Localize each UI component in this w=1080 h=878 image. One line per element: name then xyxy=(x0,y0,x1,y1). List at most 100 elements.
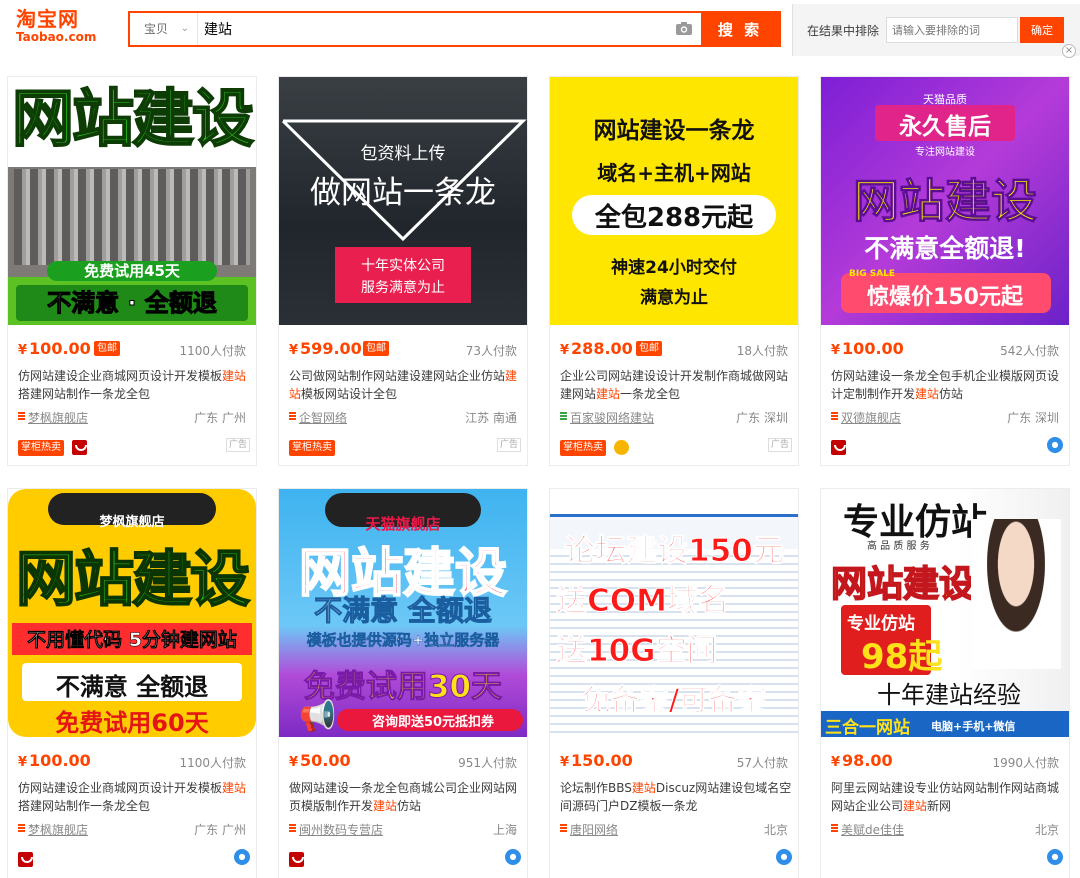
exclude-label: 在结果中排除 xyxy=(807,24,880,38)
free-shipping-badge: 包邮 xyxy=(94,341,120,356)
image-text: 满意为止 xyxy=(640,288,708,308)
product-image[interactable]: 论坛建设150元 送COM域名 送10G空间 免备案/可备案 xyxy=(550,489,798,737)
price-value: 150.00 xyxy=(571,751,633,770)
product-title[interactable]: 仿网站建设企业商城网页设计开发模板建站搭建网站制作一条龙全包 xyxy=(18,367,250,403)
product-card[interactable]: 天猫旗舰店 网站建设 不满意 全额退 模板也提供源码+独立服务器 免费试用30天… xyxy=(278,488,528,878)
title-text: 模板网站设计全包 xyxy=(301,387,398,401)
product-image[interactable]: 天猫旗舰店 网站建设 不满意 全额退 模板也提供源码+独立服务器 免费试用30天… xyxy=(279,489,527,737)
price-value: 100.00 xyxy=(842,339,904,358)
product-card[interactable]: 包资料上传 做网站一条龙 十年实体公司 服务满意为止 ¥599.00 包邮 73… xyxy=(278,76,528,466)
wangwang-chat-icon[interactable]: ● xyxy=(776,849,792,865)
search-category-select[interactable]: 宝贝 ⌄ xyxy=(130,13,198,45)
hot-sale-tag[interactable]: 掌柜热卖 xyxy=(560,439,606,456)
sales-count: 57人付款 xyxy=(736,756,788,770)
free-shipping-badge: 包邮 xyxy=(636,341,662,356)
product-title[interactable]: 做网站建设一条龙全包商城公司企业网站网页模版制作开发建站仿站 xyxy=(289,779,521,815)
yen-symbol: ¥ xyxy=(831,343,841,358)
product-price: ¥98.00 xyxy=(831,751,893,770)
product-card[interactable]: 论坛建设150元 送COM域名 送10G空间 免备案/可备案 ¥150.00 5… xyxy=(549,488,799,878)
gold-seller-icon[interactable] xyxy=(614,440,630,455)
image-text: 电脑+手机+微信 xyxy=(931,720,1016,733)
tmall-icon[interactable] xyxy=(289,852,304,867)
search-input[interactable] xyxy=(204,13,674,45)
wangwang-chat-icon[interactable]: ● xyxy=(1047,437,1063,453)
title-text: 仿站 xyxy=(397,799,422,813)
chevron-down-icon: ⌄ xyxy=(180,23,189,34)
product-price: ¥288.00 xyxy=(560,339,633,358)
title-text: 公司做网站制作网站建设建网站企业仿站 xyxy=(289,369,506,383)
product-card[interactable]: 梦枫旗舰店 网站建设 不用懂代码 5分钟建网站 不满意 全额退 免费试用60天 … xyxy=(7,488,257,878)
image-text: 域名+主机+网站 xyxy=(597,161,751,185)
hot-sale-tag[interactable]: 掌柜热卖 xyxy=(18,439,64,456)
shop-name[interactable]: 唐阳网络 xyxy=(560,821,618,838)
image-text: 十年建站经验 xyxy=(877,681,1021,709)
shop-name[interactable]: 梦枫旗舰店 xyxy=(18,409,88,426)
wangwang-chat-icon[interactable]: ● xyxy=(1047,849,1063,865)
product-image[interactable]: 包资料上传 做网站一条龙 十年实体公司 服务满意为止 xyxy=(279,77,527,325)
tmall-icon[interactable] xyxy=(72,440,88,455)
product-image[interactable]: 专业仿站 高 品 质 服 务 网站建设 专业仿站 98起 十年建站经验 三合一网… xyxy=(821,489,1069,737)
shop-name[interactable]: 企智网络 xyxy=(289,409,347,426)
product-title[interactable]: 阿里云网站建设专业仿站网站制作网站商城网站企业公司建站新网 xyxy=(831,779,1063,815)
location: 北京 xyxy=(763,823,788,837)
shop-name[interactable]: 双德旗舰店 xyxy=(831,409,901,426)
image-text: 不满意全额退! xyxy=(864,234,1026,263)
tmall-icon[interactable] xyxy=(18,852,33,867)
product-image[interactable]: 梦枫旗舰店 网站建设 不用懂代码 5分钟建网站 不满意 全额退 免费试用60天 xyxy=(8,489,256,737)
product-image[interactable]: 网站建设 免费试用45天 不满意 · 全额退 xyxy=(8,77,256,325)
product-title[interactable]: 企业公司网站建设设计开发制作商城做网站建网站建站一条龙全包 xyxy=(560,367,792,403)
product-card[interactable]: 天猫品质 永久售后 专注网站建设 网站建设 不满意全额退! BIG SALE 惊… xyxy=(820,76,1070,466)
product-price: ¥100.00 xyxy=(18,751,91,770)
image-text: 全包288元起 xyxy=(594,203,754,233)
product-card[interactable]: 网站建设一条龙 域名+主机+网站 全包288元起 神速24小时交付 满意为止 ¥… xyxy=(549,76,799,466)
header: 淘宝网 Taobao.com 宝贝 ⌄ 搜 索 在结果中排除 确定 × xyxy=(0,0,1080,64)
product-price: ¥599.00 xyxy=(289,339,362,358)
image-text: 高 品 质 服 务 xyxy=(867,541,930,552)
title-highlight: 建站 xyxy=(903,799,928,813)
search-button[interactable]: 搜 索 xyxy=(701,13,779,45)
location: 江苏 南通 xyxy=(465,411,517,425)
product-title[interactable]: 仿网站建设企业商城网页设计开发模板建站搭建网站制作一条龙全包 xyxy=(18,779,250,815)
exclude-confirm-button[interactable]: 确定 xyxy=(1020,17,1064,43)
shop-name[interactable]: 百家骏网络建站 xyxy=(560,409,654,426)
shop-name[interactable]: 闽州数码专营店 xyxy=(289,821,383,838)
ad-tag: 广告 xyxy=(225,438,250,452)
sales-count: 1100人付款 xyxy=(179,344,246,358)
sales-count: 73人付款 xyxy=(465,344,517,358)
product-image[interactable]: 天猫品质 永久售后 专注网站建设 网站建设 不满意全额退! BIG SALE 惊… xyxy=(821,77,1069,325)
card-badges: 掌柜热卖 广告 xyxy=(289,437,521,456)
hot-sale-tag[interactable]: 掌柜热卖 xyxy=(289,439,335,456)
taobao-logo[interactable]: 淘宝网 Taobao.com xyxy=(16,8,100,48)
product-title[interactable]: 公司做网站制作网站建设建网站企业仿站建站模板网站设计全包 xyxy=(289,367,521,403)
image-text: BIG SALE xyxy=(849,269,896,279)
close-icon[interactable]: × xyxy=(1062,44,1076,58)
camera-icon[interactable] xyxy=(675,21,693,36)
tmall-icon[interactable] xyxy=(831,440,846,455)
card-badges: ● xyxy=(18,849,250,867)
shop-name[interactable]: 梦枫旗舰店 xyxy=(18,821,88,838)
search-category-label: 宝贝 xyxy=(144,22,169,36)
shop-name[interactable]: 美赋de佳佳 xyxy=(831,821,904,838)
image-text: 送10G空间 xyxy=(556,633,719,670)
title-text: 仿网站建设企业商城网页设计开发模板 xyxy=(18,369,223,383)
image-text: 梦枫旗舰店 xyxy=(99,515,165,530)
image-text: 送COM域名 xyxy=(556,583,730,620)
product-card[interactable]: 网站建设 免费试用45天 不满意 · 全额退 ¥100.00 包邮 1100人付… xyxy=(7,76,257,466)
ad-tag: 广告 xyxy=(496,438,521,452)
product-title[interactable]: 论坛制作BBS建站Discuz网站建设包域名空间源码门户DZ模板一条龙 xyxy=(560,779,792,815)
product-card[interactable]: 专业仿站 高 品 质 服 务 网站建设 专业仿站 98起 十年建站经验 三合一网… xyxy=(820,488,1070,878)
image-text: 免费试用45天 xyxy=(47,261,217,281)
image-text: 神速24小时交付 xyxy=(611,258,737,278)
product-title[interactable]: 仿网站建设一条龙全包手机企业模版网页设计定制制作开发建站仿站 xyxy=(831,367,1063,403)
exclude-panel: 在结果中排除 确定 xyxy=(792,4,1080,56)
wangwang-chat-icon[interactable]: ● xyxy=(505,849,521,865)
title-highlight: 建站 xyxy=(915,387,940,401)
exclude-input[interactable] xyxy=(886,17,1018,43)
image-text: 惊爆价150元起 xyxy=(867,285,1023,310)
image-text: 免备案/可备案 xyxy=(581,683,767,718)
sales-count: 1990人付款 xyxy=(992,756,1059,770)
location: 广东 深圳 xyxy=(736,411,788,425)
title-highlight: 建站 xyxy=(222,781,247,795)
product-image[interactable]: 网站建设一条龙 域名+主机+网站 全包288元起 神速24小时交付 满意为止 xyxy=(550,77,798,325)
wangwang-chat-icon[interactable]: ● xyxy=(234,849,250,865)
